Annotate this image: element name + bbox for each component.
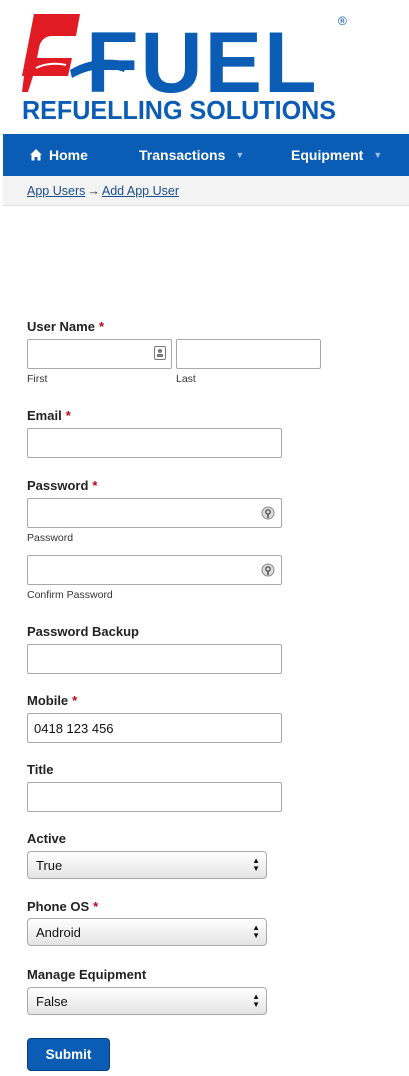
last-name-input[interactable] [176,339,321,369]
confirm-password-sublabel: Confirm Password [27,589,113,601]
phone-os-select[interactable]: Android ▲ ▼ [27,918,267,946]
caret-down-icon: ▼ [235,150,245,160]
password-key-icon[interactable] [261,505,275,526]
active-select[interactable]: True ▲ ▼ [27,851,267,879]
nav-transactions-label: Transactions [139,147,226,163]
password-field[interactable] [27,498,282,528]
nav-transactions[interactable]: Transactions ▼ [139,134,244,176]
select-arrows-icon: ▲ ▼ [252,856,260,873]
email-label: Email * [27,408,71,423]
phone-os-label: Phone OS * [27,899,99,914]
mobile-label: Mobile * [27,693,78,708]
active-selected-value: True [36,857,63,873]
password-sublabel: Password [27,532,74,544]
registered-mark: ® [338,14,347,28]
title-field[interactable] [27,782,282,812]
nav-home[interactable]: Home [29,134,88,176]
nav-home-label: Home [49,147,88,163]
select-arrows-icon: ▲ ▼ [252,923,260,940]
home-icon [30,149,42,161]
breadcrumb: App Users → Add App User [3,176,409,206]
contact-card-icon [154,346,166,365]
first-sublabel: First [27,373,48,385]
password-backup-field[interactable] [27,644,282,674]
password-key-icon[interactable] [261,562,275,583]
submit-button[interactable]: Submit [27,1038,110,1071]
select-arrows-icon: ▲ ▼ [252,992,260,1009]
active-label: Active [27,831,67,846]
logo-tagline: REFUELLING SOLUTIONS [22,95,336,125]
nav-equipment[interactable]: Equipment ▼ [291,134,382,176]
caret-down-icon: ▼ [373,150,383,160]
password-backup-label: Password Backup [27,624,139,639]
username-label: User Name * [27,319,104,334]
last-sublabel: Last [176,373,196,385]
manage-equipment-select[interactable]: False ▲ ▼ [27,987,267,1015]
confirm-password-field[interactable] [27,555,282,585]
nav-equipment-label: Equipment [291,147,364,163]
mobile-field[interactable] [27,713,282,743]
breadcrumb-separator: → [87,183,100,198]
first-name-input[interactable] [27,339,172,369]
fuel-logo: FUEL ® REFUELLING SOLUTIONS [0,0,409,132]
password-label: Password * [27,478,98,493]
breadcrumb-app-users[interactable]: App Users [27,184,85,198]
manage-equipment-selected-value: False [36,993,68,1009]
phone-os-selected-value: Android [36,924,81,940]
manage-equipment-label: Manage Equipment [27,967,147,982]
title-label: Title [27,762,54,777]
breadcrumb-add-app-user[interactable]: Add App User [102,184,179,198]
email-field[interactable] [27,428,282,458]
main-navbar: Home Transactions ▼ Equipment ▼ [3,134,409,176]
fuel-logo-graphic: FUEL ® REFUELLING SOLUTIONS [22,14,347,125]
